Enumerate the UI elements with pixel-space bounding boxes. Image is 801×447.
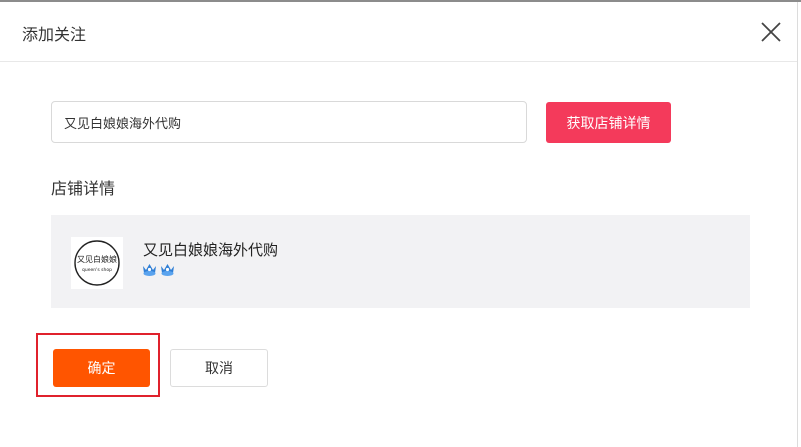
store-name-input[interactable]	[51, 101, 527, 143]
store-detail-card: 又见白娘娘 queen's shop 又见白娘娘海外代购	[51, 215, 750, 308]
cancel-button[interactable]: 取消	[170, 349, 268, 387]
dialog-header: 添加关注	[0, 2, 797, 62]
fetch-store-details-button[interactable]: 获取店铺详情	[546, 102, 671, 143]
svg-text:又见白娘娘: 又见白娘娘	[77, 254, 117, 264]
store-logo: 又见白娘娘 queen's shop	[71, 237, 123, 289]
store-name: 又见白娘娘海外代购	[143, 241, 279, 259]
crown-badge-icon	[141, 262, 158, 281]
store-credit-badge	[141, 262, 176, 281]
crown-badge-icon	[159, 262, 176, 281]
store-details-heading: 店铺详情	[51, 179, 116, 198]
svg-text:queen's shop: queen's shop	[82, 267, 112, 273]
dialog-title: 添加关注	[22, 25, 87, 44]
confirm-button[interactable]: 确定	[53, 349, 150, 387]
close-icon[interactable]	[759, 20, 783, 44]
